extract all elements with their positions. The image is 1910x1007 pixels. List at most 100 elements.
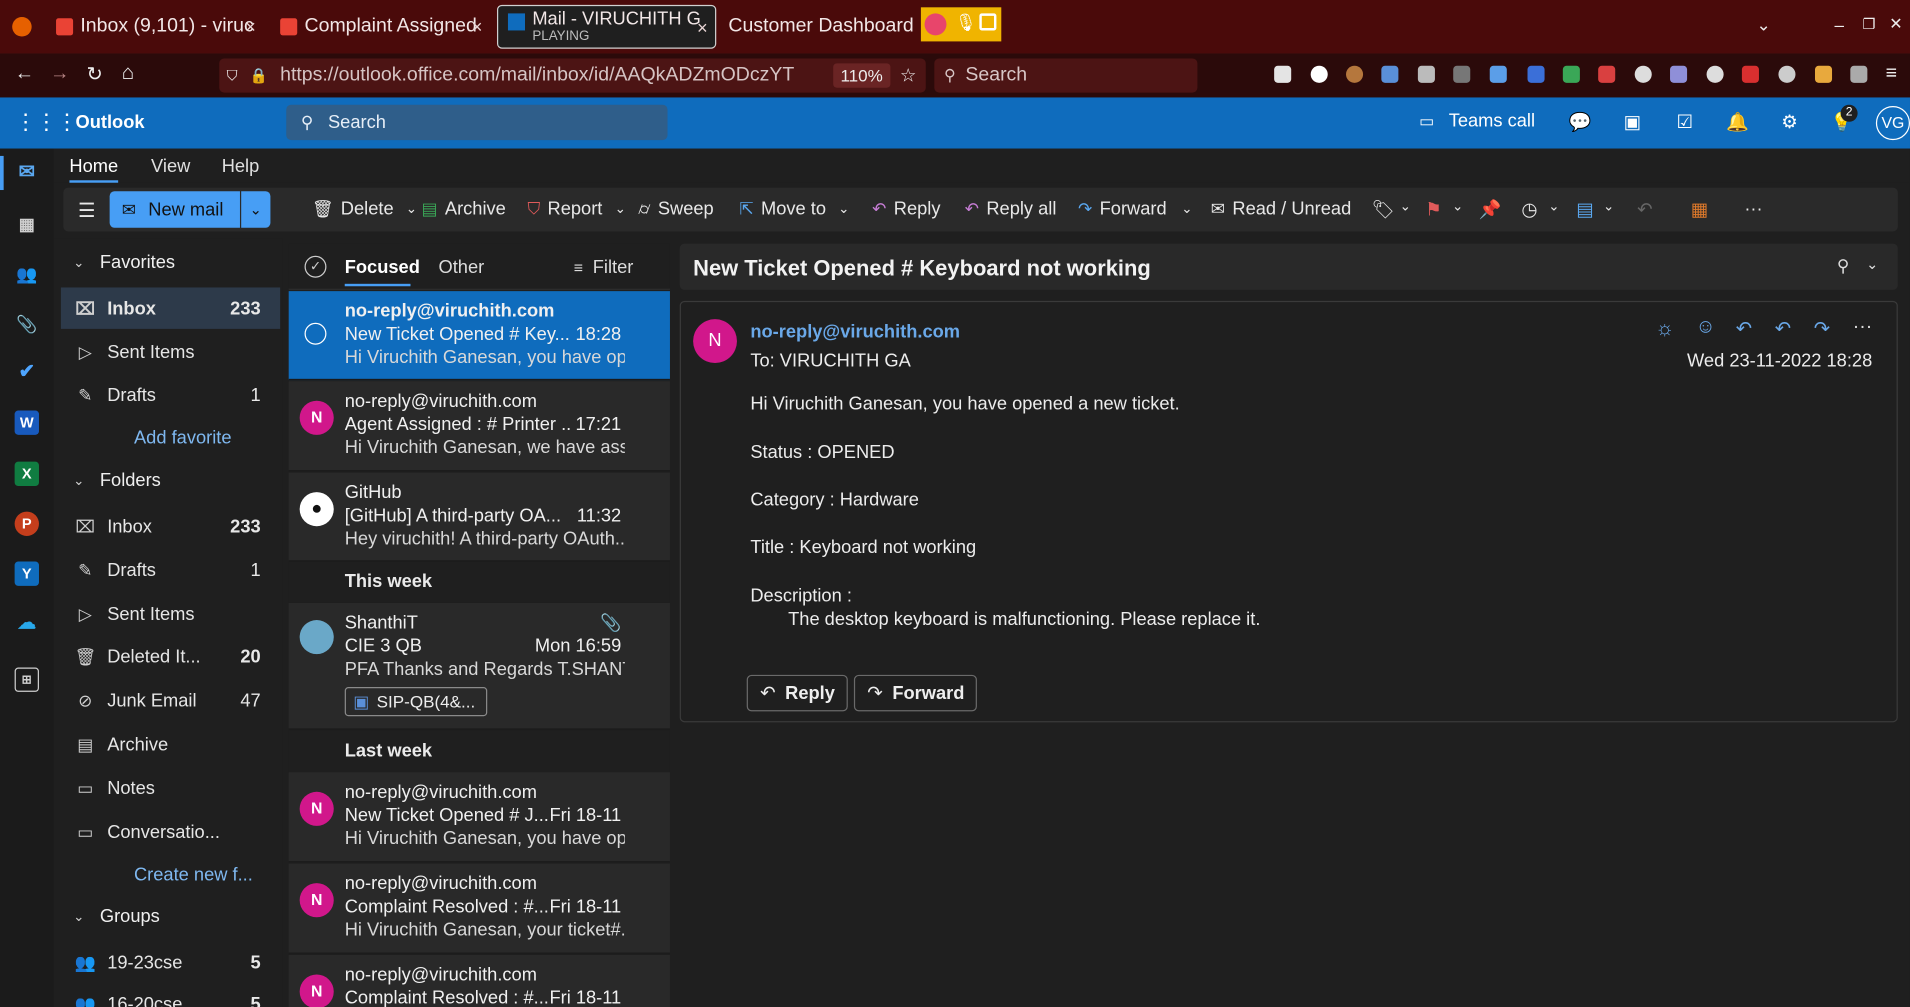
folders-header[interactable]: ⌄ Folders [73, 470, 161, 491]
folder-archive[interactable]: ▤ Archive [61, 724, 280, 765]
folder-conversation-history[interactable]: ▭ Conversatio... [61, 811, 280, 852]
chevron-down-icon[interactable]: ⌄ [406, 201, 417, 217]
tag-icon[interactable]: 🏷 [1372, 199, 1395, 221]
bell-icon[interactable]: 🔔 [1726, 112, 1749, 134]
chevron-down-icon[interactable]: ⌄ [1452, 199, 1463, 215]
app-launcher-icon[interactable]: ⋮⋮⋮ [15, 110, 78, 136]
attachment-chip[interactable]: ▣ SIP-QB(4&... [344, 687, 488, 717]
undo-icon[interactable]: ↶ [1637, 199, 1652, 221]
paperclip-icon[interactable]: 📎 [15, 312, 39, 336]
extension-gear2-icon[interactable] [1634, 65, 1652, 83]
calendar-icon[interactable]: ▦ [15, 212, 39, 236]
my-day-icon[interactable]: ☑ [1674, 112, 1696, 134]
forward-arrow-icon[interactable]: ↷ [1814, 317, 1830, 341]
more-apps-icon[interactable]: ⊞ [14, 667, 39, 692]
create-new-folder-link[interactable]: Create new f... [134, 865, 253, 886]
todo-icon[interactable]: ✔ [15, 361, 39, 385]
powerpoint-app-icon[interactable]: P [14, 511, 39, 536]
excel-app-icon[interactable]: X [14, 461, 39, 487]
pocket-icon[interactable] [1274, 65, 1292, 83]
reply-button[interactable]: ↶ Reply [746, 674, 848, 712]
chevron-down-icon[interactable]: ⌄ [1181, 201, 1192, 217]
clock-icon[interactable]: ◷ [1521, 199, 1537, 221]
reply-all-icon[interactable]: ↶ [1775, 317, 1791, 341]
favorite-drafts[interactable]: ✎ Drafts 1 [61, 374, 280, 415]
new-mail-button[interactable]: ✉ New mail [109, 191, 240, 228]
group-19-23cse[interactable]: 👥 19-23cse 5 [61, 942, 280, 983]
favorites-header[interactable]: ⌄ Favorites [73, 252, 175, 273]
reply-arrow-icon[interactable]: ↶ [1736, 317, 1752, 341]
outlook-search-box[interactable]: ⚲ Search [286, 104, 668, 141]
word-app-icon[interactable]: W [14, 410, 39, 435]
back-arrow-icon[interactable]: ← [15, 63, 34, 85]
extension-translate-icon[interactable] [1670, 65, 1688, 83]
home-icon[interactable]: ⌂ [122, 61, 135, 85]
people-icon[interactable]: 👥 [15, 262, 39, 286]
select-circle-icon[interactable] [304, 322, 327, 345]
extension-plugin-icon[interactable] [1381, 65, 1399, 83]
chat-icon[interactable]: 💬 [1569, 112, 1592, 134]
chevron-down-icon[interactable]: ⌄ [615, 201, 626, 217]
pin-icon[interactable]: 📌 [1479, 199, 1502, 221]
onedrive-icon[interactable]: ☁ [15, 611, 39, 635]
report-button[interactable]: ⛉ Report ⌄ [527, 199, 625, 220]
gear-icon[interactable]: ⚙ [1778, 112, 1800, 134]
mail-icon[interactable]: ✉ [15, 161, 39, 185]
extension-sheets-icon[interactable] [1562, 65, 1580, 83]
extension-v-icon[interactable] [1310, 65, 1328, 83]
flag-icon[interactable]: ⚑ [1425, 199, 1441, 221]
emoji-icon[interactable]: ☺ [1696, 317, 1716, 339]
minimize-icon[interactable]: – [1834, 15, 1843, 34]
sender-address[interactable]: no-reply@viruchith.com [750, 322, 960, 343]
list-item[interactable]: ● GitHub [GitHub] A third-party OA... 11… [288, 472, 670, 562]
sharing-indicator[interactable]: 🎙 [920, 7, 1002, 42]
tab-complaint-assigned[interactable]: Complaint Assigned × [270, 5, 489, 49]
tab-list-chevron-down-icon[interactable]: ⌄ [1757, 15, 1771, 36]
favorite-sent-items[interactable]: ▷ Sent Items [61, 331, 280, 372]
sun-icon[interactable]: ☼ [1655, 317, 1674, 341]
delete-button[interactable]: 🗑 Delete ⌄ [312, 199, 417, 220]
tab-help[interactable]: Help [222, 156, 260, 177]
list-item[interactable]: no-reply@viruchith.com New Ticket Opened… [288, 291, 670, 381]
chevron-down-icon[interactable]: ⌄ [838, 201, 849, 217]
extension-pen-icon[interactable] [1741, 65, 1759, 83]
archive-button[interactable]: ▤ Archive [421, 199, 505, 220]
select-all-checkbox-icon[interactable]: ✓ [304, 255, 327, 278]
yammer-app-icon[interactable]: Y [14, 561, 39, 586]
hamburger-menu-icon[interactable]: ≡ [1886, 63, 1897, 85]
word-icon[interactable]: ▣ [1621, 112, 1643, 134]
extension-info-icon[interactable] [1778, 65, 1796, 83]
list-item[interactable]: N no-reply@viruchith.com Complaint Resol… [288, 863, 670, 954]
chevron-down-icon[interactable]: ⌄ [1400, 199, 1411, 215]
tab-focused[interactable]: Focused [345, 257, 420, 278]
extension-window-icon[interactable] [1850, 65, 1868, 83]
folder-drafts[interactable]: ✎ Drafts 1 [61, 549, 280, 590]
extension-box-icon[interactable] [1417, 65, 1435, 83]
filter-button[interactable]: ≡ Filter [574, 257, 634, 278]
url-bar[interactable]: ⛉ 🔒 https://outlook.office.com/mail/inbo… [219, 58, 926, 93]
list-item[interactable]: N no-reply@viruchith.com Complaint Resol… [288, 954, 670, 1007]
extension-pdf-icon[interactable] [1598, 65, 1616, 83]
close-tab-icon[interactable]: × [697, 18, 708, 39]
close-window-icon[interactable]: ✕ [1889, 15, 1902, 34]
extension-ol-icon[interactable] [1453, 65, 1471, 83]
apps-icon[interactable]: ▦ [1691, 199, 1708, 221]
sweep-button[interactable]: ⌭ Sweep [638, 199, 713, 220]
folder-junk-email[interactable]: ⊘ Junk Email 47 [61, 680, 280, 721]
tab-home[interactable]: Home [69, 156, 118, 177]
reply-button[interactable]: ↶ Reply [872, 199, 940, 220]
tab-inbox[interactable]: Inbox (9,101) - viruc × [44, 5, 263, 49]
extension-flame-icon[interactable] [1814, 65, 1833, 83]
close-tab-icon[interactable]: × [472, 16, 483, 37]
browser-search-box[interactable]: ⚲ Search [934, 58, 1198, 93]
rules-icon[interactable]: ▤ [1576, 199, 1593, 221]
reply-all-button[interactable]: ↶ Reply all [965, 199, 1057, 220]
forward-button[interactable]: ↷ Forward [853, 674, 977, 712]
collapse-pane-icon[interactable]: ☰ [78, 199, 95, 223]
bookmark-star-icon[interactable]: ☆ [900, 65, 916, 87]
tab-customer-dashboard[interactable]: Customer Dashboard [728, 5, 920, 49]
folder-sent-items[interactable]: ▷ Sent Items [61, 593, 280, 634]
sender-avatar[interactable]: N [693, 319, 737, 363]
extension-bulb-icon[interactable] [1706, 65, 1724, 83]
read-unread-button[interactable]: ✉ Read / Unread [1211, 199, 1351, 220]
